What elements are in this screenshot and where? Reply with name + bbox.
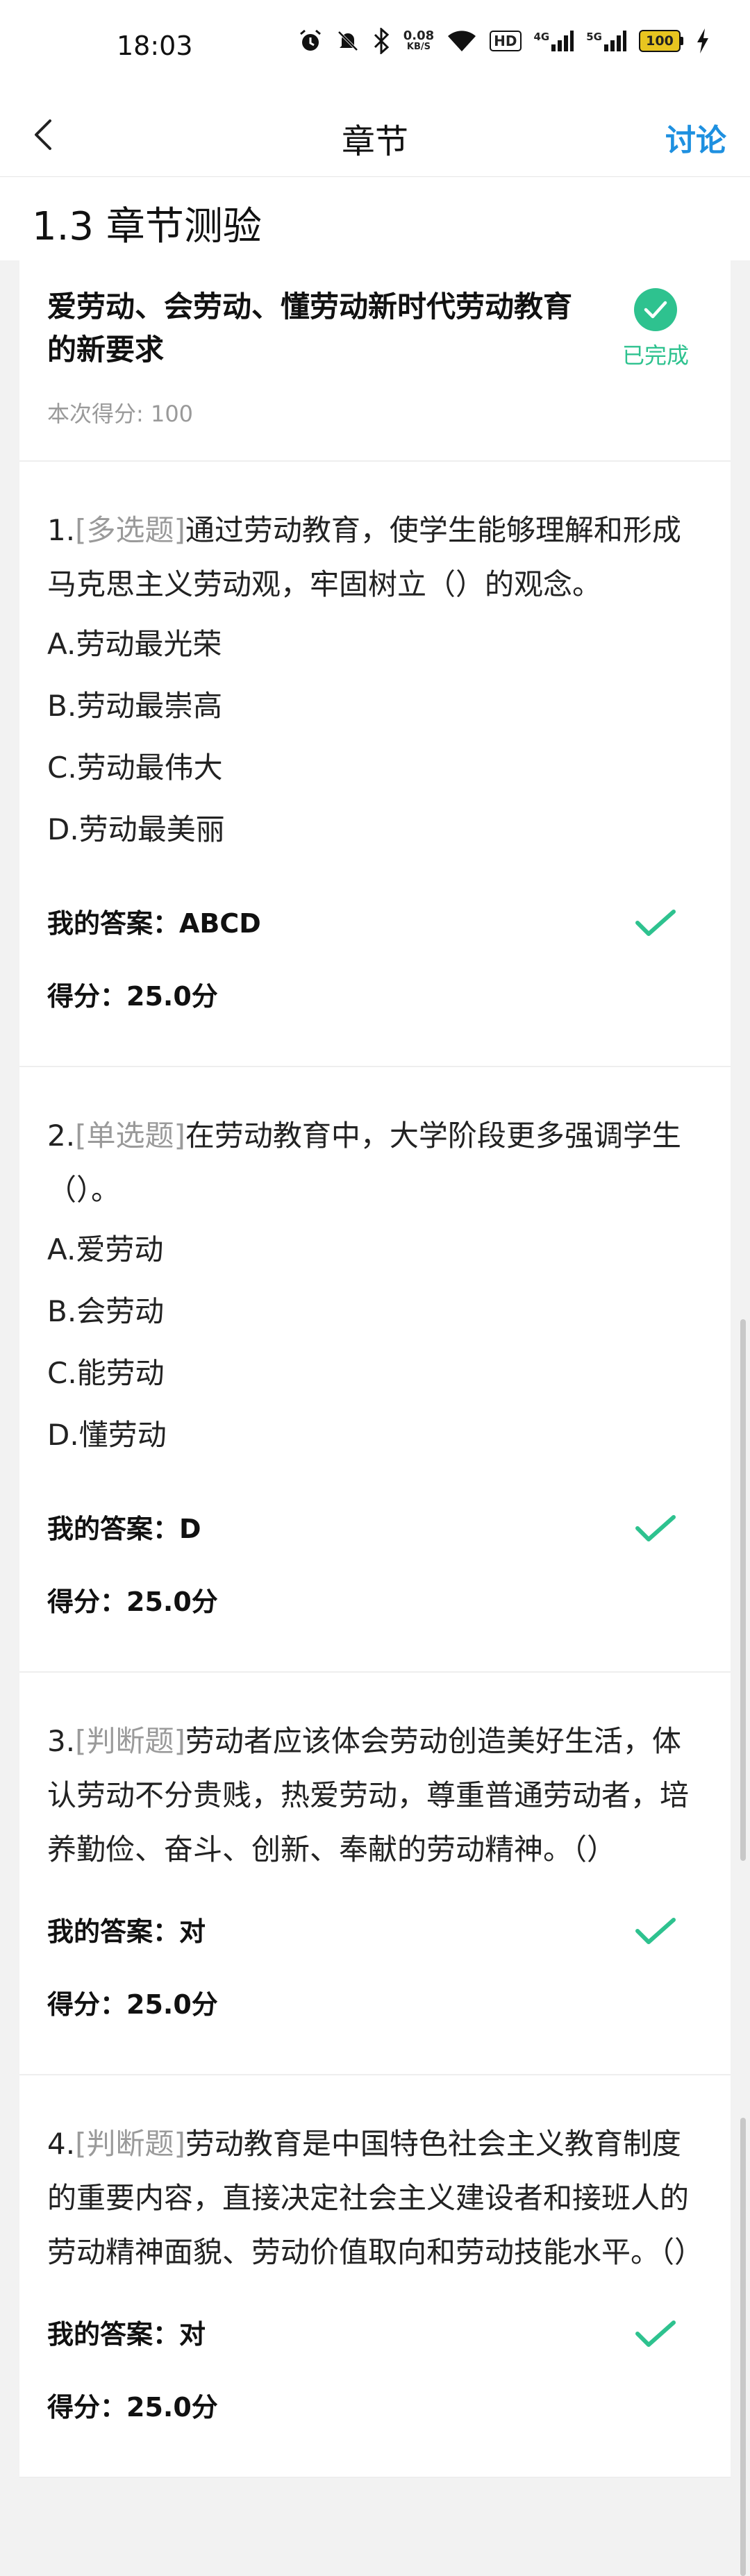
hd-badge: HD (490, 31, 522, 51)
answer-value: ABCD (179, 908, 261, 939)
answer-label: 我的答案： (47, 908, 180, 939)
answer-label: 我的答案： (47, 2319, 180, 2350)
quiz-title: 爱劳动、会劳动、懂劳动新时代劳动教育的新要求 (47, 290, 573, 367)
score-value: 25.0分 (126, 981, 218, 1012)
quiz-header: 爱劳动、会劳动、懂劳动新时代劳动教育的新要求 本次得分: 100 已完成 (19, 260, 731, 462)
answer-label: 我的答案： (47, 1916, 180, 1947)
nav-bar: 章节 讨论 (0, 94, 750, 177)
correct-check-icon (635, 1515, 676, 1541)
quiz-score: 本次得分: 100 (47, 401, 194, 427)
score-label: 得分： (47, 1587, 127, 1617)
option-list: A.劳动最光荣 B.劳动最崇高 C.劳动最伟大 D.劳动最美丽 (47, 613, 703, 860)
question-number: 4. (47, 2127, 76, 2161)
my-answer-row: 我的答案：D (47, 1491, 703, 1567)
my-answer-row: 我的答案：对 (47, 1893, 703, 1970)
question-number: 2. (47, 1119, 76, 1153)
correct-check-icon (635, 1918, 676, 1944)
answer-label: 我的答案： (47, 1514, 180, 1544)
completed-check-icon (634, 288, 677, 331)
score-label: 得分： (47, 1989, 127, 2020)
correct-check-icon (635, 2320, 676, 2347)
status-icons: 0.08 KB/S HD 4G 5G 100 (298, 28, 710, 54)
question-type: [单选题] (75, 1119, 185, 1153)
answer-value: 对 (179, 2319, 206, 2350)
option-item: A.劳动最光荣 (47, 627, 222, 661)
question-text: 2.[单选题]在劳动教育中，大学阶段更多强调学生（）。 (47, 1109, 703, 1217)
question-type: [判断题] (75, 1724, 185, 1758)
signal-2: 5G (586, 31, 626, 51)
option-item: B.劳动最崇高 (47, 689, 223, 723)
question-list: 1.[多选题]通过劳动教育，使学生能够理解和形成马克思主义劳动观，牢固树立（）的… (19, 462, 731, 2478)
score-value: 25.0分 (126, 2392, 218, 2423)
question-number: 1. (47, 513, 76, 547)
status-bar: 18:03 0.08 KB/S HD 4G 5G 100 (0, 0, 750, 94)
question-text: 3.[判断题]劳动者应该体会劳动创造美好生活，体认劳动不分贵贱，热爱劳动，尊重普… (47, 1714, 703, 1877)
correct-check-icon (635, 910, 676, 936)
chapter-header: 1.3 章节测验 (0, 177, 750, 260)
network-speed: 0.08 KB/S (403, 28, 435, 52)
answer-value: D (179, 1514, 201, 1544)
option-item: D.劳动最美丽 (47, 812, 225, 846)
answer-value: 对 (179, 1916, 206, 1947)
my-answer-row: 我的答案：对 (47, 2296, 703, 2373)
scrollbar-thumb-2[interactable] (740, 2118, 746, 2576)
battery-icon: 100 (639, 30, 683, 52)
completion-status: 已完成 (614, 288, 697, 370)
question-text: 4.[判断题]劳动教育是中国特色社会主义教育制度的重要内容，直接决定社会主义建设… (47, 2117, 703, 2280)
quiz-content: 爱劳动、会劳动、懂劳动新时代劳动教育的新要求 本次得分: 100 已完成 1.[… (19, 260, 731, 2478)
score-row: 得分：25.0分 (47, 1970, 703, 2039)
discuss-button[interactable]: 讨论 (665, 115, 726, 160)
bluetooth-icon (374, 28, 389, 54)
scrollbar-thumb-1[interactable] (740, 1319, 746, 1861)
score-row: 得分：25.0分 (47, 2373, 703, 2442)
question-type: [判断题] (75, 2127, 185, 2161)
score-label: 得分： (47, 2392, 127, 2423)
page-title: 章节 (341, 122, 408, 161)
alarm-icon (299, 29, 321, 51)
question-item: 3.[判断题]劳动者应该体会劳动创造美好生活，体认劳动不分贵贱，热爱劳动，尊重普… (19, 1673, 731, 2075)
option-item: C.能劳动 (47, 1356, 165, 1390)
option-item: B.会劳动 (47, 1294, 165, 1328)
mute-bell-icon (338, 31, 358, 51)
question-text: 1.[多选题]通过劳动教育，使学生能够理解和形成马克思主义劳动观，牢固树立（）的… (47, 503, 703, 612)
question-item: 1.[多选题]通过劳动教育，使学生能够理解和形成马克思主义劳动观，牢固树立（）的… (19, 462, 731, 1067)
wifi-icon (448, 31, 476, 51)
score-value: 25.0分 (126, 1989, 218, 2020)
score-value: 25.0分 (126, 1587, 218, 1617)
chapter-title: 1.3 章节测验 (32, 204, 262, 249)
option-item: C.劳动最伟大 (47, 751, 223, 785)
score-label: 得分： (47, 981, 127, 1012)
question-item: 4.[判断题]劳动教育是中国特色社会主义教育制度的重要内容，直接决定社会主义建设… (19, 2075, 731, 2478)
option-item: D.懂劳动 (47, 1418, 167, 1452)
signal-bars-icon (551, 31, 574, 51)
my-answer-row: 我的答案：ABCD (47, 885, 703, 962)
score-row: 得分：25.0分 (47, 962, 703, 1031)
completed-label: 已完成 (622, 342, 689, 369)
option-list: A.爱劳动 B.会劳动 C.能劳动 D.懂劳动 (47, 1219, 703, 1466)
signal-1: 4G (534, 31, 574, 51)
score-row: 得分：25.0分 (47, 1567, 703, 1637)
signal-bars-icon (604, 31, 626, 51)
clock: 18:03 (117, 31, 193, 61)
question-type: [多选题] (75, 513, 185, 547)
charging-bolt-icon (697, 28, 708, 53)
question-item: 2.[单选题]在劳动教育中，大学阶段更多强调学生（）。 A.爱劳动 B.会劳动 C.能… (19, 1067, 731, 1673)
option-item: A.爱劳动 (47, 1232, 164, 1266)
question-number: 3. (47, 1724, 76, 1758)
